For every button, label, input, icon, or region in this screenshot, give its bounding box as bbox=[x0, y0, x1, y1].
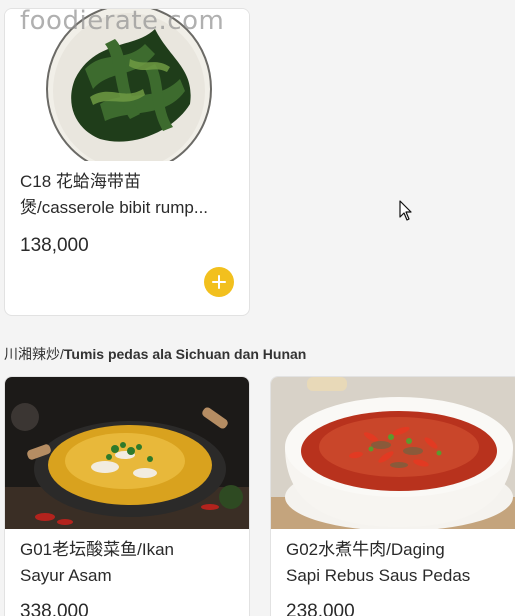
section-title: 川湘辣炒/Tumis pedas ala Sichuan dan Hunan bbox=[4, 346, 307, 362]
plus-icon bbox=[212, 275, 226, 289]
add-to-cart-button[interactable] bbox=[204, 267, 234, 297]
menu-item-card-g01[interactable]: G01老坛酸菜鱼/Ikan Sayur Asam 338,000 bbox=[4, 376, 250, 616]
item-name: G02水煮牛肉/Daging Sapi Rebus Saus Pedas bbox=[286, 540, 471, 585]
item-price: 138,000 bbox=[20, 235, 89, 256]
menu-item-card-c18[interactable]: C18 花蛤海带苗 煲/casserole bibit rump... 138,… bbox=[4, 8, 250, 316]
item-price: 338,000 bbox=[20, 601, 89, 616]
item-price: 238,000 bbox=[286, 601, 355, 616]
dish-image-boiled-beef bbox=[271, 377, 515, 529]
menu-page: foodierate.com C18 花蛤海带苗 煲/casserole bib… bbox=[0, 0, 515, 616]
item-name: C18 花蛤海带苗 煲/casserole bibit rump... bbox=[20, 172, 209, 217]
mouse-pointer-icon bbox=[399, 200, 413, 227]
item-name: G01老坛酸菜鱼/Ikan Sayur Asam bbox=[20, 540, 174, 585]
watermark: foodierate.com bbox=[20, 6, 225, 36]
dish-image-sour-fish bbox=[5, 377, 249, 529]
menu-item-card-g02[interactable]: G02水煮牛肉/Daging Sapi Rebus Saus Pedas 238… bbox=[270, 376, 515, 616]
